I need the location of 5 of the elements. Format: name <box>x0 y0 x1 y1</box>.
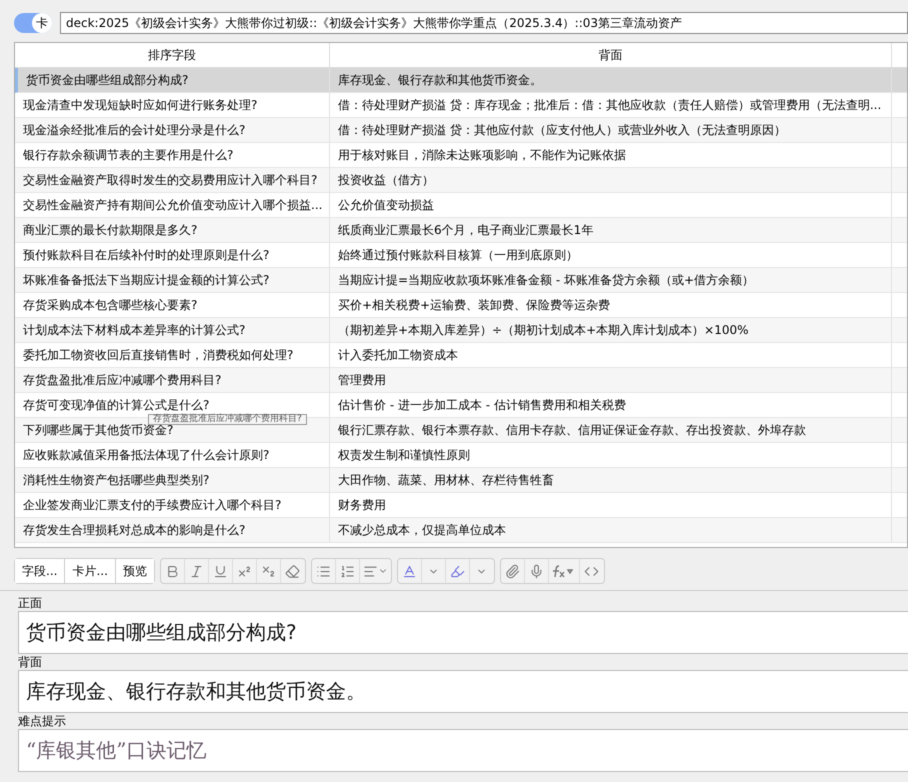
tooltip: 存货盘盈批准后应冲减哪个费用科目? <box>148 414 307 425</box>
field-label: 难点提示 <box>18 713 67 729</box>
field-label: 正面 <box>18 595 43 611</box>
toggle-label: 卡 <box>32 13 52 33</box>
field-label: 背面 <box>18 654 43 670</box>
